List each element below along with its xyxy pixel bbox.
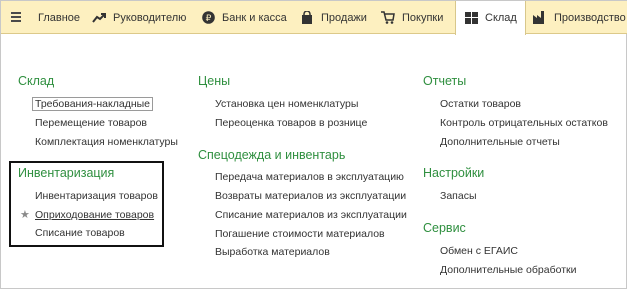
link-dopolnitelnye-obrabotki[interactable]: Дополнительные обработки — [440, 264, 576, 276]
tab-warehouse-label: Склад — [485, 12, 517, 24]
link-trebovaniya-nakladnye[interactable]: Требования-накладные — [32, 97, 154, 111]
trend-icon — [92, 11, 106, 25]
link-vyrabotka-materialov[interactable]: Выработка материалов — [215, 246, 330, 258]
link-komplektaciya[interactable]: Комплектация номенклатуры — [35, 136, 178, 148]
link-zapasy[interactable]: Запасы — [440, 190, 477, 202]
sections-panel: Главное Руководителю ₽ Банк и касса Прод… — [1, 1, 627, 35]
tab-production[interactable]: Производство — [533, 1, 626, 34]
link-dopolnitelnye-otchety[interactable]: Дополнительные отчеты — [440, 136, 560, 148]
tab-bank[interactable]: ₽ Банк и касса — [201, 1, 287, 34]
tab-manager-label: Руководителю — [113, 11, 187, 24]
link-spisanie-tovarov[interactable]: Списание товаров — [35, 227, 125, 239]
link-pogashenie-stoimosti[interactable]: Погашение стоимости материалов — [215, 228, 385, 240]
tab-purchases-label: Покупки — [402, 11, 444, 24]
group-title-specodezhda: Спецодежда и инвентарь — [198, 148, 346, 162]
link-peredacha-materialov[interactable]: Передача материалов в эксплуатацию — [215, 171, 404, 183]
tab-sales[interactable]: Продажи — [300, 1, 367, 34]
cart-icon — [381, 11, 395, 25]
group-title-settings: Настройки — [423, 166, 485, 180]
link-pereocenka[interactable]: Переоценка товаров в рознице — [215, 117, 367, 129]
link-spisanie-materialov[interactable]: Списание материалов из эксплуатации — [215, 209, 407, 221]
ruble-icon: ₽ — [201, 11, 215, 25]
link-peremeshchenie-tovarov[interactable]: Перемещение товаров — [35, 117, 147, 129]
tab-main-label: Главное — [38, 11, 81, 24]
star-icon[interactable]: ★ — [20, 208, 30, 221]
link-vozvraty-materialov[interactable]: Возвраты материалов из эксплуатации — [215, 190, 406, 202]
tab-warehouse[interactable]: Склад — [455, 1, 526, 35]
tab-sales-label: Продажи — [321, 11, 367, 24]
link-ostatki-tovarov[interactable]: Остатки товаров — [440, 98, 521, 110]
factory-icon — [533, 11, 547, 25]
group-title-prices: Цены — [198, 74, 231, 88]
grid-icon — [464, 11, 478, 25]
tab-production-label: Производство — [554, 11, 626, 24]
group-title-inventory: Инвентаризация — [18, 166, 115, 180]
group-title-reports: Отчеты — [423, 74, 467, 88]
link-oprihodovanie-tovarov[interactable]: Оприходование товаров — [35, 209, 154, 221]
group-title-service: Сервис — [423, 221, 466, 235]
link-inventarizaciya-tovarov[interactable]: Инвентаризация товаров — [35, 190, 158, 202]
tab-main[interactable]: Главное — [17, 1, 80, 34]
tab-manager[interactable]: Руководителю — [92, 1, 186, 34]
link-kontrol-ostatkov[interactable]: Контроль отрицательных остатков — [440, 117, 608, 129]
tab-purchases[interactable]: Покупки — [381, 1, 443, 34]
bag-icon — [300, 11, 314, 25]
link-obmen-egais[interactable]: Обмен с ЕГАИС — [440, 245, 518, 257]
tab-bank-label: Банк и касса — [222, 11, 287, 24]
link-ustanovka-cen[interactable]: Установка цен номенклатуры — [215, 98, 358, 110]
house-icon — [17, 11, 31, 25]
svg-text:₽: ₽ — [205, 14, 211, 24]
group-title-sklad: Склад — [18, 74, 55, 88]
